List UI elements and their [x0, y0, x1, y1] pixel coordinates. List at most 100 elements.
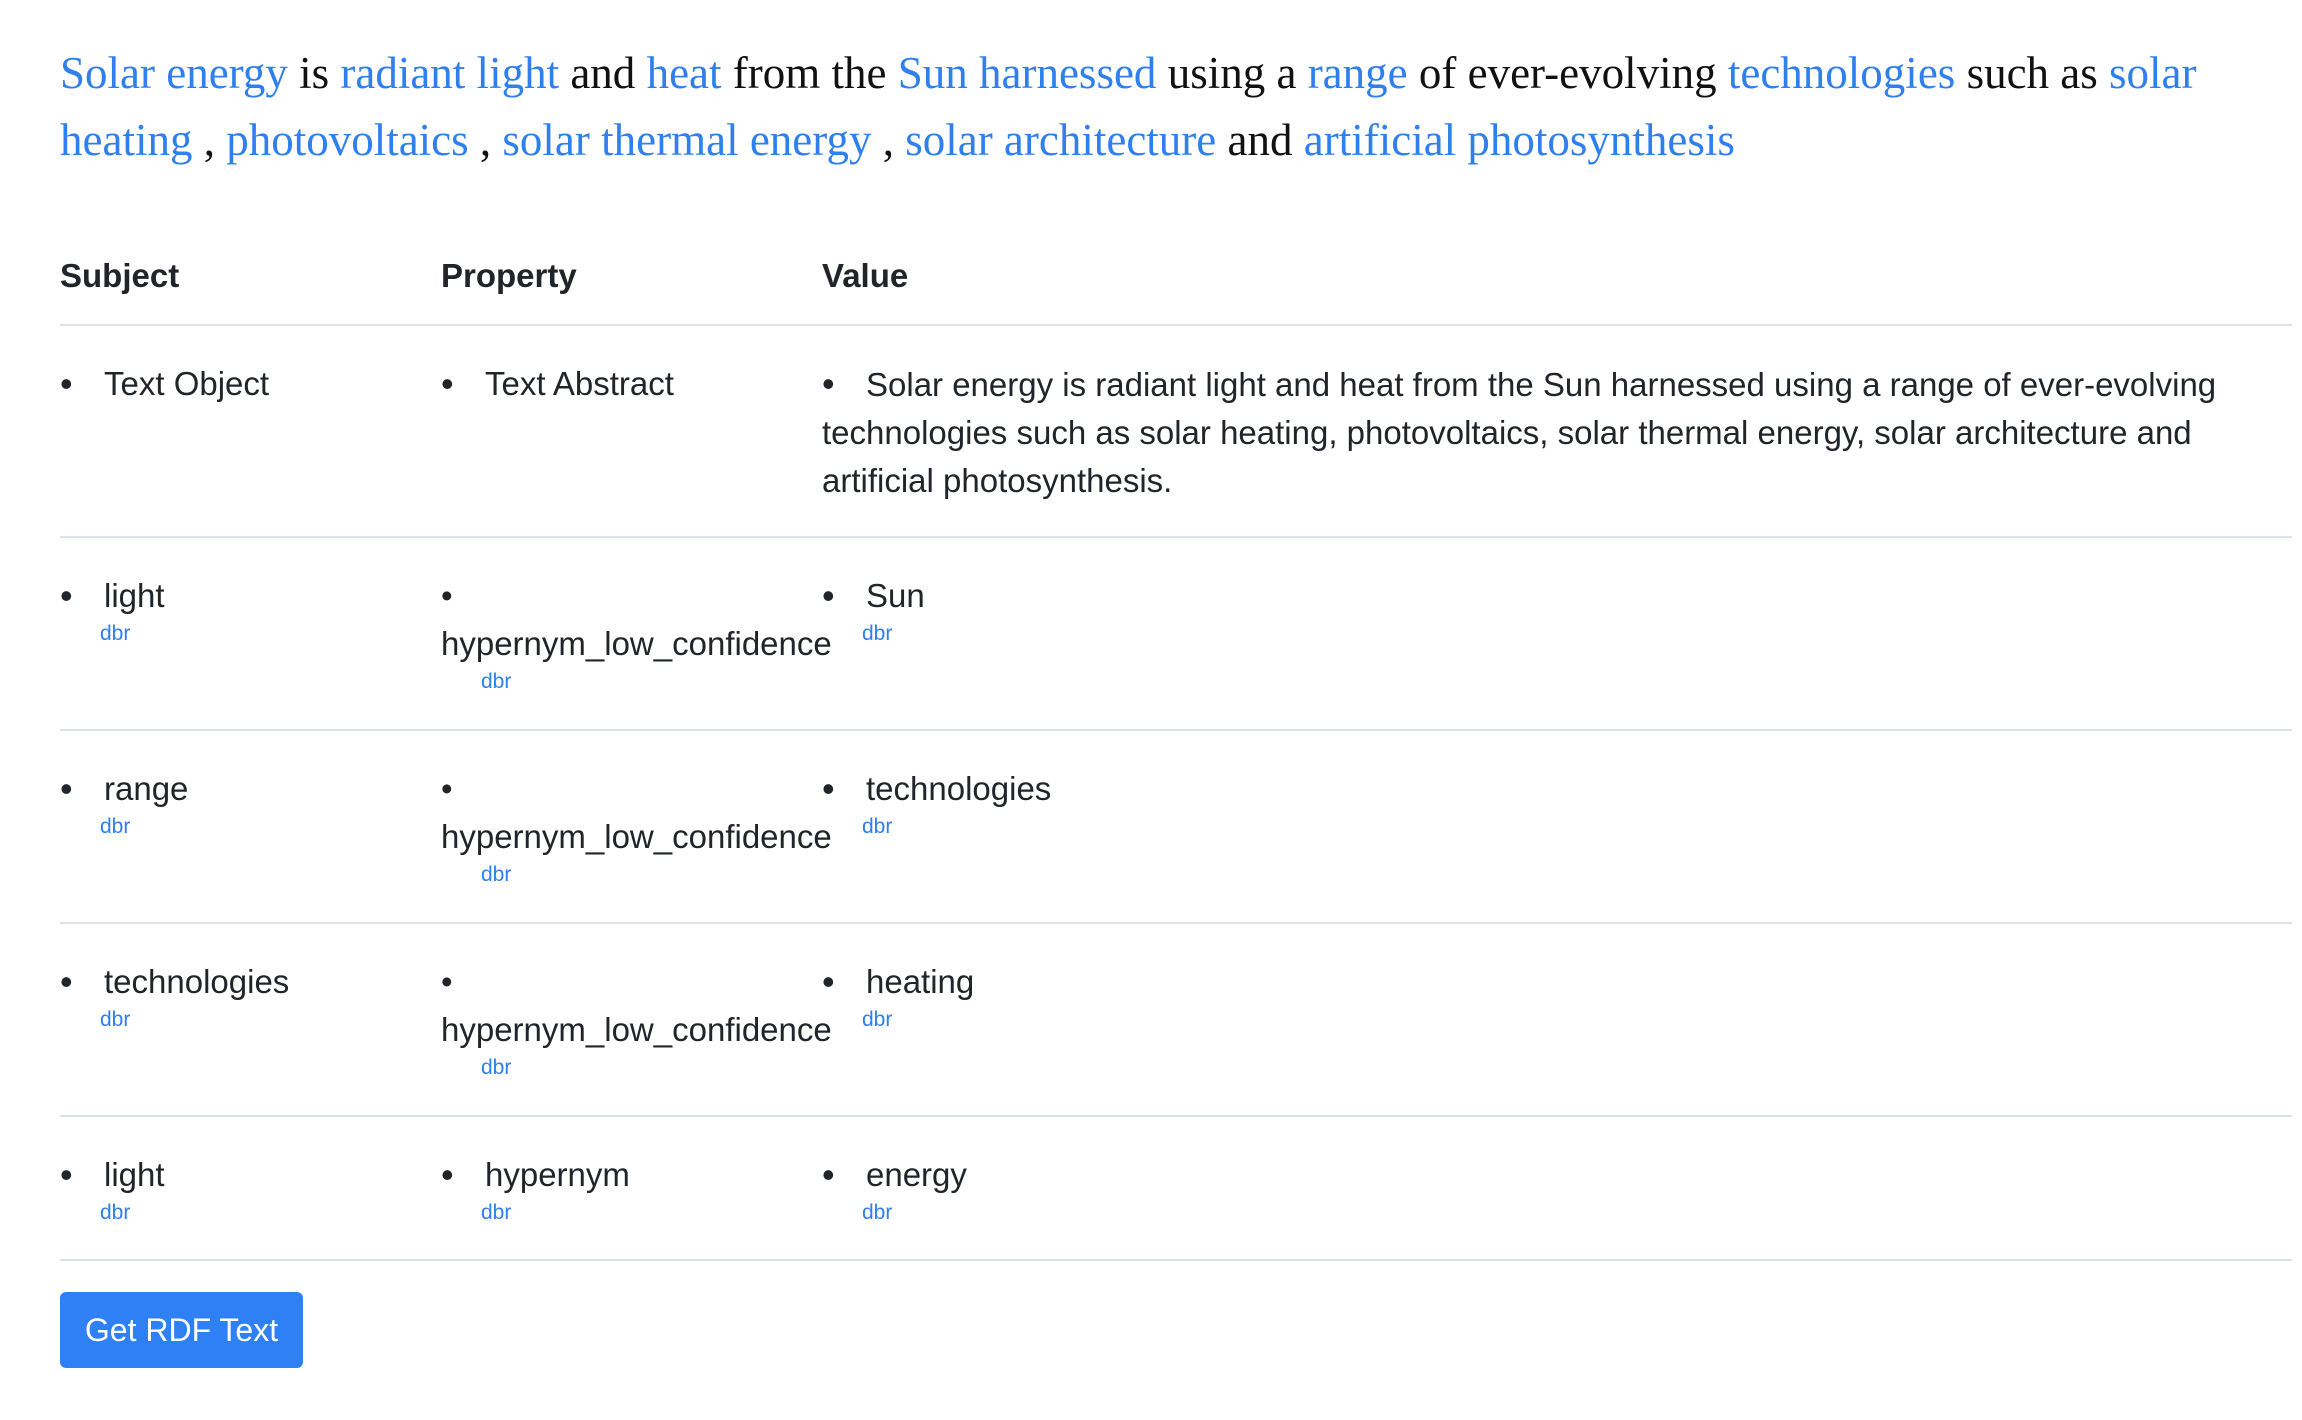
bullet: •	[441, 577, 453, 614]
subject-cell: • light dbr	[60, 538, 441, 729]
intro-segment[interactable]: photovoltaics	[226, 115, 468, 165]
rdf-table: Subject Property Value • Text Object • T…	[60, 232, 2292, 1261]
property-cell: • hypernym_low_confidence dbr	[441, 538, 832, 729]
intro-segment: ,	[468, 115, 503, 165]
value-cell: • Sun dbr	[822, 538, 2292, 729]
list-item: • Sun	[822, 572, 2232, 620]
bullet: •	[822, 363, 835, 404]
bullet: •	[441, 363, 454, 404]
table-row: • technologies dbr • hypernym_low_confid…	[60, 924, 2292, 1117]
list-item: • hypernym	[441, 1151, 822, 1199]
intro-segment: and	[1216, 115, 1304, 165]
subject-text: light	[104, 577, 165, 614]
bullet: •	[60, 575, 73, 616]
intro-segment[interactable]: Solar energy	[60, 48, 288, 98]
dbr-link[interactable]: dbr	[100, 1199, 441, 1227]
property-text: hypernym_low_confidence	[441, 625, 832, 662]
header-subject: Subject	[60, 257, 180, 294]
dbr-link[interactable]: dbr	[100, 620, 441, 648]
intro-segment: such as	[1955, 48, 2110, 98]
bullet: •	[60, 1154, 73, 1195]
subject-text: light	[104, 1156, 165, 1193]
property-text: hypernym_low_confidence	[441, 818, 832, 855]
value-text: Sun	[866, 577, 925, 614]
subject-text: Text Object	[104, 365, 270, 402]
property-cell: • hypernym dbr	[441, 1117, 822, 1259]
list-item: • energy	[822, 1151, 2232, 1199]
bullet: •	[60, 961, 73, 1002]
value-text: Solar energy is radiant light and heat f…	[822, 366, 2217, 499]
bullet: •	[441, 770, 453, 807]
dbr-link[interactable]: dbr	[481, 1199, 822, 1227]
property-cell: • hypernym_low_confidence dbr	[441, 731, 832, 922]
bullet: •	[441, 963, 453, 1000]
value-text: heating	[866, 963, 975, 1000]
intro-segment[interactable]: heat	[647, 48, 722, 98]
dbr-link[interactable]: dbr	[481, 668, 822, 696]
header-property: Property	[441, 257, 577, 294]
table-row: • light dbr • hypernym dbr • energy dbr	[60, 1117, 2292, 1261]
bullet: •	[60, 768, 73, 809]
header-value: Value	[822, 257, 909, 294]
dbr-link[interactable]: dbr	[862, 1199, 2232, 1227]
list-item: • range	[60, 765, 441, 813]
intro-segment[interactable]: artificial photosynthesis	[1304, 115, 1735, 165]
dbr-link[interactable]: dbr	[862, 620, 2232, 648]
bullet: •	[822, 961, 835, 1002]
dbr-link[interactable]: dbr	[481, 861, 822, 889]
intro-segment: and	[559, 48, 647, 98]
subject-cell: • Text Object	[60, 326, 441, 536]
value-text: energy	[866, 1156, 967, 1193]
list-item: • light	[60, 1151, 441, 1199]
value-cell: • technologies dbr	[822, 731, 2292, 922]
table-row: • light dbr • hypernym_low_confidence db…	[60, 538, 2292, 731]
property-text: hypernym	[485, 1156, 630, 1193]
subject-cell: • range dbr	[60, 731, 441, 922]
intro-segment[interactable]: range	[1308, 48, 1408, 98]
intro-segment[interactable]: solar architecture	[905, 115, 1216, 165]
dbr-link[interactable]: dbr	[100, 1006, 441, 1034]
dbr-link[interactable]: dbr	[862, 1006, 2232, 1034]
subject-cell: • technologies dbr	[60, 924, 441, 1115]
value-text: technologies	[866, 770, 1052, 807]
list-item: • Text Abstract	[441, 360, 822, 408]
intro-segment: ,	[192, 115, 227, 165]
intro-segment: is	[287, 48, 341, 98]
property-text: Text Abstract	[485, 365, 674, 402]
subject-text: range	[104, 770, 189, 807]
list-item: • light	[60, 572, 441, 620]
list-item: • technologies	[822, 765, 2232, 813]
table-row: • Text Object • Text Abstract • Solar ene…	[60, 326, 2292, 538]
intro-segment: using a	[1156, 48, 1308, 98]
dbr-link[interactable]: dbr	[481, 1054, 822, 1082]
value-cell: • heating dbr	[822, 924, 2292, 1115]
get-rdf-text-button[interactable]: Get RDF Text	[60, 1292, 303, 1368]
bullet: •	[60, 363, 73, 404]
intro-segment[interactable]: radiant light	[340, 48, 559, 98]
intro-segment: from the	[721, 48, 898, 98]
value-cell: • energy dbr	[822, 1117, 2292, 1259]
bullet: •	[822, 768, 835, 809]
list-item: • Text Object	[60, 360, 441, 408]
subject-text: technologies	[104, 963, 290, 1000]
list-item: • Solar energy is radiant light and heat …	[822, 360, 2232, 505]
intro-paragraph: Solar energy is radiant light and heat f…	[60, 40, 2240, 174]
subject-cell: • light dbr	[60, 1117, 441, 1259]
bullet: •	[822, 1154, 835, 1195]
intro-segment[interactable]: Sun harnessed	[898, 48, 1157, 98]
intro-segment[interactable]: technologies	[1728, 48, 1955, 98]
value-cell: • Solar energy is radiant light and heat …	[822, 326, 2292, 536]
property-cell: • Text Abstract	[441, 326, 822, 536]
bullet: •	[822, 575, 835, 616]
dbr-link[interactable]: dbr	[862, 813, 2232, 841]
intro-segment: ,	[871, 115, 906, 165]
bullet: •	[441, 1154, 454, 1195]
dbr-link[interactable]: dbr	[100, 813, 441, 841]
property-cell: • hypernym_low_confidence dbr	[441, 924, 832, 1115]
list-item: • heating	[822, 958, 2232, 1006]
intro-segment: of ever-evolving	[1407, 48, 1728, 98]
property-text: hypernym_low_confidence	[441, 1011, 832, 1048]
table-row: • range dbr • hypernym_low_confidence db…	[60, 731, 2292, 924]
intro-segment[interactable]: solar thermal energy	[502, 115, 871, 165]
table-header: Subject Property Value	[60, 232, 2292, 326]
